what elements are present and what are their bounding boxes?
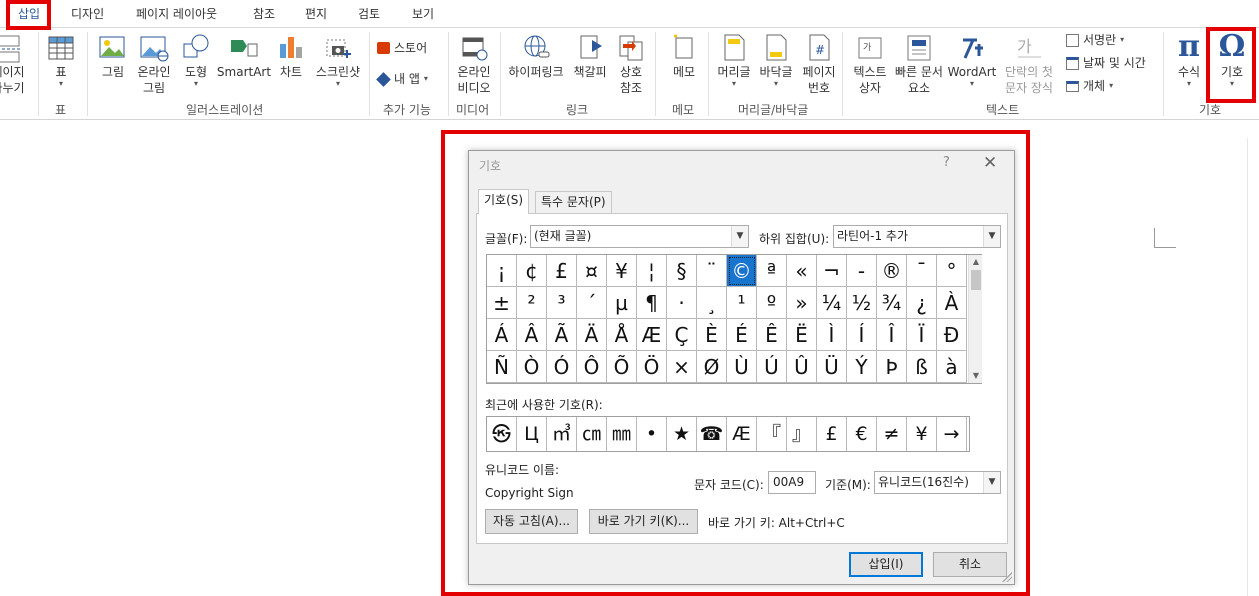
group-label-header-footer: 머리글/바닥글 [738, 103, 809, 117]
chevron-down-icon: ▾ [969, 79, 974, 88]
object-button[interactable]: 개체 ▾ [1066, 78, 1113, 94]
tab-design[interactable]: 디자인 [71, 5, 104, 23]
page-number-button[interactable]: # 페이지 번호 [799, 32, 839, 96]
ribbon-tab-bar: 삽입 디자인 페이지 레이아웃 참조 편지 검토 보기 [0, 0, 1259, 27]
quick-parts-icon [907, 35, 931, 61]
signature-line-button[interactable]: 서명란 ▾ [1066, 32, 1124, 48]
header-icon [724, 34, 745, 61]
bookmark-button[interactable]: 책갈피 [570, 32, 610, 80]
group-label-table: 표 [55, 103, 67, 117]
group-label-addins: 추가 기능 [383, 103, 431, 117]
chevron-down-icon: ▾ [1120, 35, 1125, 44]
chevron-down-icon: ▾ [423, 74, 428, 83]
chevron-down-icon: ▾ [335, 79, 340, 88]
quick-parts-button[interactable]: 빠른 문서 요소 [892, 32, 946, 96]
svg-text:가: 가 [863, 42, 871, 53]
highlight-symbol-dialog [441, 130, 1030, 596]
text-box-icon: 가 [858, 37, 882, 59]
chart-icon [280, 37, 302, 58]
svg-text:가: 가 [1017, 37, 1032, 56]
store-button[interactable]: 스토어 [377, 40, 427, 56]
shapes-icon [183, 34, 209, 58]
chevron-down-icon: ▾ [193, 79, 198, 88]
footer-button[interactable]: 바닥글 ▾ [756, 32, 796, 88]
highlight-insert-tab [6, 0, 51, 30]
comment-icon [674, 34, 693, 59]
group-label-links: 링크 [566, 103, 589, 117]
cross-reference-button[interactable]: 상호 참조 [614, 32, 648, 96]
film-icon [462, 37, 488, 61]
signature-icon [1066, 33, 1079, 47]
table-button[interactable]: 표 ▾ [44, 32, 78, 88]
chevron-down-icon: ▾ [773, 79, 778, 88]
cross-reference-icon [619, 35, 643, 61]
shapes-button[interactable]: 도형 ▾ [179, 32, 213, 88]
drop-cap-icon: 가 [1017, 37, 1041, 58]
group-label-illustrations: 일러스트레이션 [186, 103, 264, 117]
chevron-down-icon: ▾ [731, 79, 736, 88]
chevron-down-icon: ▾ [58, 79, 63, 88]
bookmark-icon [580, 35, 602, 59]
text-box-button[interactable]: 가 텍스트 상자 [848, 32, 892, 96]
group-label-comments: 메모 [672, 103, 695, 117]
calendar-icon [1066, 56, 1079, 70]
smartart-icon [231, 40, 258, 57]
store-icon [377, 42, 390, 54]
screenshot-button[interactable]: 스크린샷 ▾ [310, 32, 366, 88]
footer-icon [766, 34, 787, 61]
tab-page-layout[interactable]: 페이지 레이아웃 [136, 5, 217, 23]
ribbon-insert: 페이지 나누기 표 ▾ 표 그림 온라인 [0, 27, 1259, 120]
smartart-button[interactable]: SmartArt [216, 32, 272, 80]
wordart-button[interactable]: WordArt ▾ [946, 32, 998, 88]
page-break-icon [0, 35, 21, 63]
page-number-icon: # [809, 34, 830, 61]
table-icon [48, 36, 74, 60]
tab-mailings[interactable]: 편지 [305, 5, 327, 23]
tab-references[interactable]: 참조 [253, 5, 275, 23]
page-edge [1247, 138, 1248, 596]
chart-button[interactable]: 차트 [274, 32, 308, 80]
hyperlink-button[interactable]: 하이퍼링크 [504, 32, 568, 80]
camera-icon [326, 39, 351, 58]
group-label-symbols: 기호 [1199, 103, 1222, 117]
chevron-down-icon: ▾ [1186, 79, 1191, 88]
page-margin-mark [1154, 228, 1176, 248]
drop-cap-button[interactable]: 가 단락의 첫 문자 장식 [998, 32, 1060, 96]
highlight-symbol-button [1206, 27, 1256, 103]
header-button[interactable]: 머리글 ▾ [714, 32, 754, 88]
picture-icon [99, 36, 125, 58]
comment-button[interactable]: 메모 [664, 32, 704, 80]
group-label-media: 미디어 [456, 103, 490, 117]
apps-icon [376, 71, 391, 87]
globe-link-icon [524, 35, 550, 58]
date-time-button[interactable]: 날짜 및 시간 [1066, 55, 1146, 71]
tab-review[interactable]: 검토 [358, 5, 380, 23]
tab-symbols[interactable]: 기호(S) [478, 189, 530, 214]
picture-button[interactable]: 그림 [96, 32, 130, 80]
online-picture-icon [140, 36, 169, 62]
wordart-icon [963, 38, 983, 59]
object-icon [1066, 80, 1079, 92]
my-apps-button[interactable]: 내 앱 ▾ [376, 71, 428, 87]
svg-text:#: # [815, 43, 825, 57]
chevron-down-icon: ▾ [1109, 81, 1114, 90]
group-label-text: 텍스트 [986, 103, 1020, 117]
equation-button[interactable]: π 수식 ▾ [1170, 30, 1208, 88]
online-picture-button[interactable]: 온라인 그림 [134, 32, 174, 96]
tab-view[interactable]: 보기 [412, 5, 434, 23]
page-break-button[interactable]: 페이지 나누기 [0, 32, 30, 96]
pi-icon: π [1178, 29, 1200, 64]
online-video-button[interactable]: 온라인 비디오 [452, 32, 496, 96]
